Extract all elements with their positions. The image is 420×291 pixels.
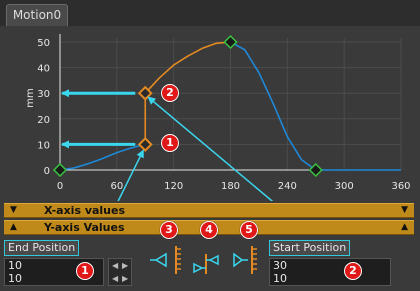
callout-badge-start-position: 2	[344, 262, 362, 280]
start-position-value-1[interactable]: 30	[270, 259, 390, 272]
y-tick-label: 30	[37, 89, 50, 100]
right-arrow-icon[interactable]: ▶	[122, 275, 128, 283]
x-tick-label: 360	[391, 181, 410, 192]
start-position-label: Start Position	[269, 240, 351, 256]
collapse-arrow-icon: ▼	[401, 205, 408, 215]
expand-arrow-icon: ▲	[10, 222, 17, 232]
y-tick-label: 20	[37, 115, 50, 126]
x-axis-values-bar[interactable]: ▼ X-axis values ▼	[4, 203, 414, 218]
keypoint[interactable]	[223, 34, 238, 50]
x-tick-label: 0	[57, 181, 63, 192]
left-arrow-icon[interactable]: ◀	[112, 262, 118, 270]
x-tick-label: 60	[110, 181, 123, 192]
start-position-value-2[interactable]: 10	[270, 272, 390, 285]
y-axis-label: mm	[25, 88, 36, 107]
y-tick-label: 0	[44, 166, 50, 177]
callout-badge-1: 1	[161, 134, 179, 152]
y-tick-label: 50	[37, 38, 50, 49]
x-tick-label: 240	[278, 181, 297, 192]
end-position-stepper[interactable]: ◀ ▶ ◀ ▶	[108, 258, 132, 286]
tangent-in-icon[interactable]	[150, 246, 181, 274]
start-position-field[interactable]: 30 10	[269, 258, 391, 286]
right-arrow-icon[interactable]: ▶	[122, 262, 128, 270]
y-axis-values-label: Y-axis Values	[44, 221, 125, 234]
tab-bar: Motion0	[0, 0, 420, 26]
end-position-label: End Position	[4, 240, 80, 256]
tab-motion0[interactable]: Motion0	[6, 4, 68, 26]
keypoint-selected[interactable]	[137, 136, 153, 152]
callout-badge-3: 3	[160, 221, 178, 239]
tangent-icons	[150, 246, 257, 274]
y-tick-label: 10	[37, 140, 50, 151]
tangent-out-icon[interactable]	[233, 246, 257, 274]
x-tick-label: 180	[221, 181, 240, 192]
collapse-arrow-icon: ▼	[10, 205, 17, 215]
tangent-both-icon[interactable]	[193, 254, 219, 274]
callout-badge-4: 4	[200, 221, 218, 239]
x-axis-values-label: X-axis values	[44, 204, 126, 217]
curve-segment-fall[interactable]	[230, 41, 402, 171]
y-tick-label: 40	[37, 64, 50, 75]
motion-chart[interactable]: 0 60 120 180 240 300 360 0 10 20 30 40 50 mm	[0, 26, 420, 201]
curve-segment-rise[interactable]	[59, 143, 146, 171]
callout-badge-5: 5	[240, 221, 258, 239]
left-arrow-icon[interactable]: ◀	[112, 275, 118, 283]
end-position-pointer	[117, 149, 144, 201]
x-tick-label: 120	[164, 181, 183, 192]
keypoint[interactable]	[52, 162, 68, 178]
expand-arrow-icon: ▲	[401, 222, 408, 232]
callout-badge-2: 2	[161, 84, 179, 102]
x-tick-label: 300	[335, 181, 354, 192]
callout-badge-end-position: 1	[76, 262, 94, 280]
keypoint[interactable]	[308, 162, 323, 178]
